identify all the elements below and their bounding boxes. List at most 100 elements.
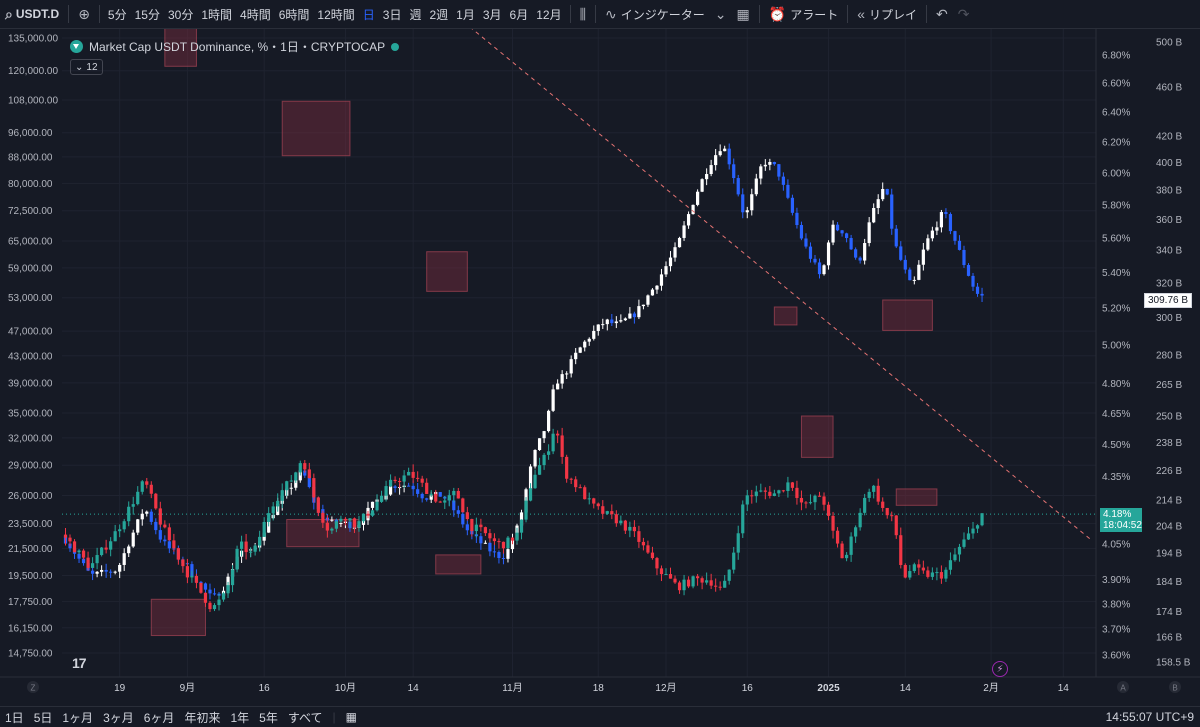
range-button[interactable]: 5日 xyxy=(29,709,58,726)
candle-body xyxy=(140,481,144,492)
candle-body xyxy=(872,485,876,492)
timeframe-button[interactable]: 12月 xyxy=(532,0,565,29)
candle-body xyxy=(840,543,844,559)
x-axis-tick: 12月 xyxy=(655,682,676,694)
timeframe-button[interactable]: 1月 xyxy=(452,0,479,29)
candle-body xyxy=(497,541,501,543)
symbol-search[interactable]: ⌕ USDT.D xyxy=(0,0,64,29)
candle-body xyxy=(777,490,781,494)
candle-body xyxy=(100,569,104,572)
candle-body xyxy=(456,490,460,499)
range-button[interactable]: 6ヶ月 xyxy=(139,709,180,726)
candle-body xyxy=(772,493,776,496)
range-button[interactable]: すべて xyxy=(283,709,328,726)
range-button[interactable]: 3ヶ月 xyxy=(98,709,139,726)
candle-body xyxy=(732,552,736,570)
clock-display[interactable]: 14:55:07 UTC+9 xyxy=(1106,710,1194,724)
timeframe-button[interactable]: 1時間 xyxy=(197,0,236,29)
candle-body xyxy=(763,490,767,492)
candle-body xyxy=(790,482,795,488)
candle-body xyxy=(375,501,379,511)
candle-body xyxy=(854,249,858,258)
range-button[interactable]: 1年 xyxy=(225,709,254,726)
candle-body xyxy=(777,164,781,177)
candle-body xyxy=(492,538,497,542)
timeframe-button[interactable]: 12時間 xyxy=(313,0,358,29)
candle-body xyxy=(632,526,636,532)
timeframe-button[interactable]: 週 xyxy=(405,0,425,29)
candle-body xyxy=(921,249,925,265)
range-button[interactable]: 5年 xyxy=(254,709,283,726)
candle-body xyxy=(655,285,659,290)
candles-icon[interactable]: ⫼ xyxy=(575,0,591,29)
timeframe-button[interactable]: 3月 xyxy=(479,0,506,29)
candle-body xyxy=(226,585,230,594)
candle-body xyxy=(885,189,889,195)
highlight-box[interactable] xyxy=(800,415,834,458)
indicators-button[interactable]: ∿ インジケーター xyxy=(600,0,710,29)
left-axis-tick: 65,000.00 xyxy=(8,237,53,248)
timeframe-button[interactable]: 日 xyxy=(359,0,379,29)
range-button[interactable]: 1ヶ月 xyxy=(57,709,98,726)
candle-body xyxy=(741,504,745,534)
timeframe-button[interactable]: 30分 xyxy=(164,0,197,29)
highlight-box[interactable] xyxy=(150,598,206,637)
highlight-box[interactable] xyxy=(773,306,798,326)
candle-body xyxy=(461,498,465,513)
candle-body xyxy=(343,518,348,521)
timeframe-button[interactable]: 5分 xyxy=(104,0,131,29)
candle-body xyxy=(614,514,618,524)
candle-body xyxy=(917,564,921,568)
candle-body xyxy=(899,246,903,260)
timeframe-button[interactable]: 6月 xyxy=(506,0,533,29)
highlight-box[interactable] xyxy=(435,554,482,575)
range-button[interactable]: 1日 xyxy=(0,709,29,726)
tradingview-logo: 17 xyxy=(72,655,87,671)
x-axis-tick: 18 xyxy=(593,683,605,694)
highlight-box[interactable] xyxy=(281,100,351,157)
indicator-collapse-button[interactable]: ⌄ 12 xyxy=(70,59,103,75)
range-button[interactable]: 年初来 xyxy=(179,709,225,726)
candle-body xyxy=(334,521,338,529)
candle-body xyxy=(614,321,618,324)
candle-body xyxy=(966,265,971,276)
calendar-range-icon[interactable]: ▦ xyxy=(341,710,362,724)
candle-body xyxy=(696,191,700,205)
candle-body xyxy=(289,480,293,482)
highlight-box[interactable] xyxy=(882,299,933,331)
plus-circle-icon[interactable]: ⊕ xyxy=(73,0,95,29)
candle-body xyxy=(407,485,411,487)
candle-body xyxy=(835,224,840,231)
candle-body xyxy=(537,465,542,475)
left-axis-tick: 59,000.00 xyxy=(8,263,53,274)
redo-icon[interactable]: ↷ xyxy=(953,0,975,29)
candle-body xyxy=(402,475,406,482)
alert-label: アラート xyxy=(790,7,839,22)
lightning-icon[interactable]: ⚡ xyxy=(992,661,1008,677)
price-chart[interactable]: 135,000.00 120,000.00 108,000.00 96,000.00 8… xyxy=(0,29,1200,706)
candle-body xyxy=(113,531,117,542)
timeframe-button[interactable]: 3日 xyxy=(379,0,406,29)
replay-button[interactable]: « リプレイ xyxy=(852,0,922,29)
highlight-box[interactable] xyxy=(895,488,938,506)
grid-icon[interactable]: ▦ xyxy=(732,0,755,29)
alert-button[interactable]: ⏰ アラート xyxy=(764,0,843,29)
dominance-axis-tick: 5.60% xyxy=(1102,234,1130,245)
mcap-axis-tick: 280 B xyxy=(1156,350,1182,361)
candle-body xyxy=(682,225,686,238)
highlight-box[interactable] xyxy=(426,251,468,292)
x-axis-tick: 9月 xyxy=(180,682,196,694)
candle-body xyxy=(894,228,898,247)
timeframe-button[interactable]: 15分 xyxy=(131,0,164,29)
chevron-down-icon[interactable]: ⌄ xyxy=(710,0,732,29)
candle-body xyxy=(456,510,460,514)
undo-icon[interactable]: ↶ xyxy=(931,0,953,29)
timeframe-button[interactable]: 4時間 xyxy=(236,0,275,29)
timeframe-button[interactable]: 2週 xyxy=(425,0,452,29)
symbol-label: USDT.D xyxy=(15,7,60,21)
candle-body xyxy=(750,194,754,211)
timeframe-button[interactable]: 6時間 xyxy=(275,0,314,29)
candle-body xyxy=(438,492,442,497)
candle-body xyxy=(420,493,424,499)
mcap-price-tag: 309.76 B xyxy=(1144,293,1193,308)
